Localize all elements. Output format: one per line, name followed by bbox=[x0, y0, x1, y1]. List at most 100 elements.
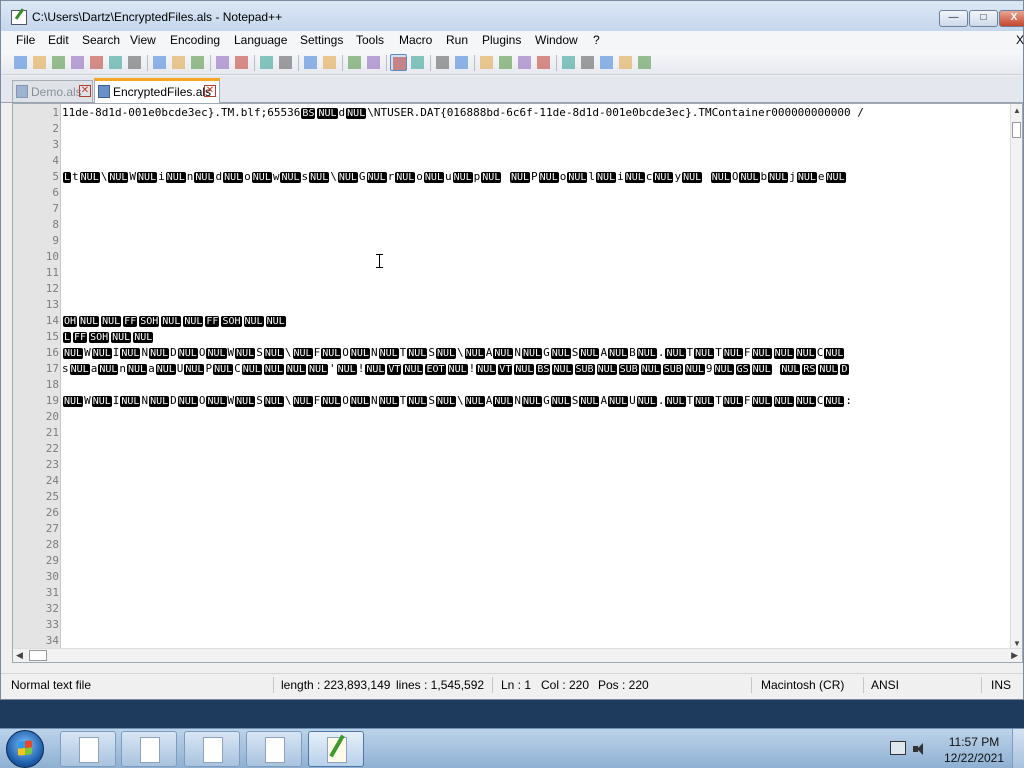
line-number-gutter[interactable]: 1 2 3 4 5 6 7 8 9 10 11 12 13 14 15 16 17 18 19 20 21 22 23 24 2… bbox=[13, 104, 61, 662]
indent-guide-icon[interactable] bbox=[434, 54, 451, 71]
new-file-icon[interactable] bbox=[12, 54, 29, 71]
line-number[interactable]: 33 bbox=[13, 617, 59, 633]
line-number[interactable]: 20 bbox=[13, 409, 59, 425]
close-all-icon[interactable] bbox=[107, 54, 124, 71]
menu-encoding[interactable]: Encoding bbox=[170, 33, 220, 47]
line-number[interactable]: 2 bbox=[13, 121, 59, 137]
clock-date[interactable]: 12/22/2021 bbox=[940, 751, 1008, 765]
vertical-scrollbar[interactable]: ▲ ▼ bbox=[1010, 104, 1022, 650]
line-number[interactable]: 18 bbox=[13, 377, 59, 393]
editor-line[interactable]: OH NUL NUL FF SOH NUL NUL FF SOH NUL NUL bbox=[62, 313, 287, 329]
record-macro-icon[interactable] bbox=[560, 54, 577, 71]
line-number[interactable]: 29 bbox=[13, 553, 59, 569]
line-number[interactable]: 23 bbox=[13, 457, 59, 473]
line-number[interactable]: 30 bbox=[13, 569, 59, 585]
show-all-chars-icon[interactable] bbox=[409, 54, 426, 71]
line-number[interactable]: 16 bbox=[13, 345, 59, 361]
line-number[interactable]: 32 bbox=[13, 601, 59, 617]
copy-icon[interactable] bbox=[170, 54, 187, 71]
taskbar-button-document-4[interactable] bbox=[246, 731, 302, 767]
menu-plugins[interactable]: Plugins bbox=[482, 33, 521, 47]
editor-line[interactable]: NUL W NUL I NUL N NUL D NUL O NUL W NUL S NUL \ NUL F NUL O… bbox=[62, 393, 852, 409]
line-number[interactable]: 28 bbox=[13, 537, 59, 553]
menu-search[interactable]: Search bbox=[82, 33, 120, 47]
line-number[interactable]: 19 bbox=[13, 393, 59, 409]
menu-settings[interactable]: Settings bbox=[300, 33, 343, 47]
line-number[interactable]: 9 bbox=[13, 233, 59, 249]
doc-map-icon[interactable] bbox=[478, 54, 495, 71]
show-desktop-button[interactable] bbox=[1012, 729, 1024, 768]
volume-icon[interactable] bbox=[913, 742, 927, 756]
taskbar-button-document-3[interactable] bbox=[184, 731, 240, 767]
save-icon[interactable] bbox=[50, 54, 67, 71]
line-number[interactable]: 24 bbox=[13, 473, 59, 489]
line-number[interactable]: 26 bbox=[13, 505, 59, 521]
save-macro-icon[interactable] bbox=[636, 54, 653, 71]
sync-horizontal-icon[interactable] bbox=[365, 54, 382, 71]
line-number[interactable]: 4 bbox=[13, 153, 59, 169]
taskbar-button-notepad-plus-plus[interactable] bbox=[308, 731, 364, 767]
title-bar[interactable]: C:\Users\Dartz\EncryptedFiles.als - Note… bbox=[1, 1, 1024, 33]
tab-close-icon[interactable]: ✕ bbox=[204, 85, 216, 97]
line-number[interactable]: 3 bbox=[13, 137, 59, 153]
line-number[interactable]: 22 bbox=[13, 441, 59, 457]
scroll-left-arrow-icon[interactable]: ◀ bbox=[16, 650, 23, 661]
menu-macro[interactable]: Macro bbox=[399, 33, 432, 47]
editor-line[interactable]: Lt NUL \ NUL W NUL i NUL n NUL d NUL o NUL w NUL s NUL \ NU… bbox=[62, 169, 847, 185]
monitoring-icon[interactable] bbox=[535, 54, 552, 71]
function-list-icon[interactable] bbox=[497, 54, 514, 71]
open-file-icon[interactable] bbox=[31, 54, 48, 71]
menu-file[interactable]: File bbox=[16, 33, 35, 47]
line-number[interactable]: 6 bbox=[13, 185, 59, 201]
replace-icon[interactable] bbox=[277, 54, 294, 71]
redo-icon[interactable] bbox=[233, 54, 250, 71]
scroll-up-arrow-icon[interactable]: ▲ bbox=[1013, 106, 1021, 115]
close-document-x[interactable]: X bbox=[1016, 33, 1024, 47]
zoom-out-icon[interactable] bbox=[321, 54, 338, 71]
line-number[interactable]: 7 bbox=[13, 201, 59, 217]
find-icon[interactable] bbox=[258, 54, 275, 71]
taskbar-button-document-2[interactable] bbox=[121, 731, 177, 767]
run-macro-multiple-icon[interactable] bbox=[617, 54, 634, 71]
editor-line[interactable]: s NUL a NUL n NUL a NUL U NUL P NUL C NUL NUL NUL NUL ' NU… bbox=[62, 361, 850, 377]
line-number[interactable]: 21 bbox=[13, 425, 59, 441]
editor-area[interactable]: 1 2 3 4 5 6 7 8 9 10 11 12 13 14 15 16 17 18 19 20 21 22 23 24 2… bbox=[12, 103, 1023, 663]
status-encoding[interactable]: ANSI bbox=[871, 678, 899, 692]
editor-line[interactable]: NUL W NUL I NUL N NUL D NUL O NUL W NUL S NUL \ NUL F NUL O… bbox=[62, 345, 845, 361]
line-number[interactable]: 14 bbox=[13, 313, 59, 329]
line-number[interactable]: 13 bbox=[13, 297, 59, 313]
playback-macro-icon[interactable] bbox=[598, 54, 615, 71]
line-number[interactable]: 12 bbox=[13, 281, 59, 297]
line-number[interactable]: 25 bbox=[13, 489, 59, 505]
close-window-button[interactable]: X bbox=[999, 10, 1024, 27]
text-content[interactable]: 11de-8d1d-001e0bcde3ec}.TM.blf;65536 BS NU… bbox=[62, 104, 1018, 650]
user-defined-lang-icon[interactable] bbox=[453, 54, 470, 71]
clock-time[interactable]: 11:57 PM bbox=[944, 735, 1004, 749]
menu-run[interactable]: Run bbox=[446, 33, 468, 47]
line-number[interactable]: 15 bbox=[13, 329, 59, 345]
minimize-button[interactable]: — bbox=[939, 10, 968, 27]
editor-line[interactable]: 11de-8d1d-001e0bcde3ec}.TM.blf;65536 BS NU… bbox=[62, 105, 864, 121]
line-number[interactable]: 5 bbox=[13, 169, 59, 185]
line-number[interactable]: 27 bbox=[13, 521, 59, 537]
menu-help[interactable]: ? bbox=[593, 33, 600, 47]
tab-close-icon[interactable]: ✕ bbox=[79, 85, 91, 97]
save-all-icon[interactable] bbox=[69, 54, 86, 71]
vertical-scroll-thumb[interactable] bbox=[1012, 122, 1021, 138]
undo-icon[interactable] bbox=[214, 54, 231, 71]
line-number[interactable]: 1 bbox=[13, 105, 59, 121]
tab-demo[interactable]: Demo.als ✕ bbox=[12, 80, 93, 102]
taskbar-button-document-1[interactable] bbox=[60, 731, 116, 767]
line-number[interactable]: 8 bbox=[13, 217, 59, 233]
menu-edit[interactable]: Edit bbox=[48, 33, 69, 47]
status-eol[interactable]: Macintosh (CR) bbox=[761, 678, 844, 692]
line-number[interactable]: 31 bbox=[13, 585, 59, 601]
menu-language[interactable]: Language bbox=[234, 33, 287, 47]
editor-line[interactable]: L FF SOH NUL NUL bbox=[62, 329, 154, 345]
horizontal-scroll-thumb[interactable] bbox=[29, 650, 47, 661]
paste-icon[interactable] bbox=[189, 54, 206, 71]
word-wrap-icon[interactable] bbox=[390, 54, 407, 71]
line-number[interactable]: 34 bbox=[13, 633, 59, 649]
stop-record-icon[interactable] bbox=[579, 54, 596, 71]
close-icon[interactable] bbox=[88, 54, 105, 71]
